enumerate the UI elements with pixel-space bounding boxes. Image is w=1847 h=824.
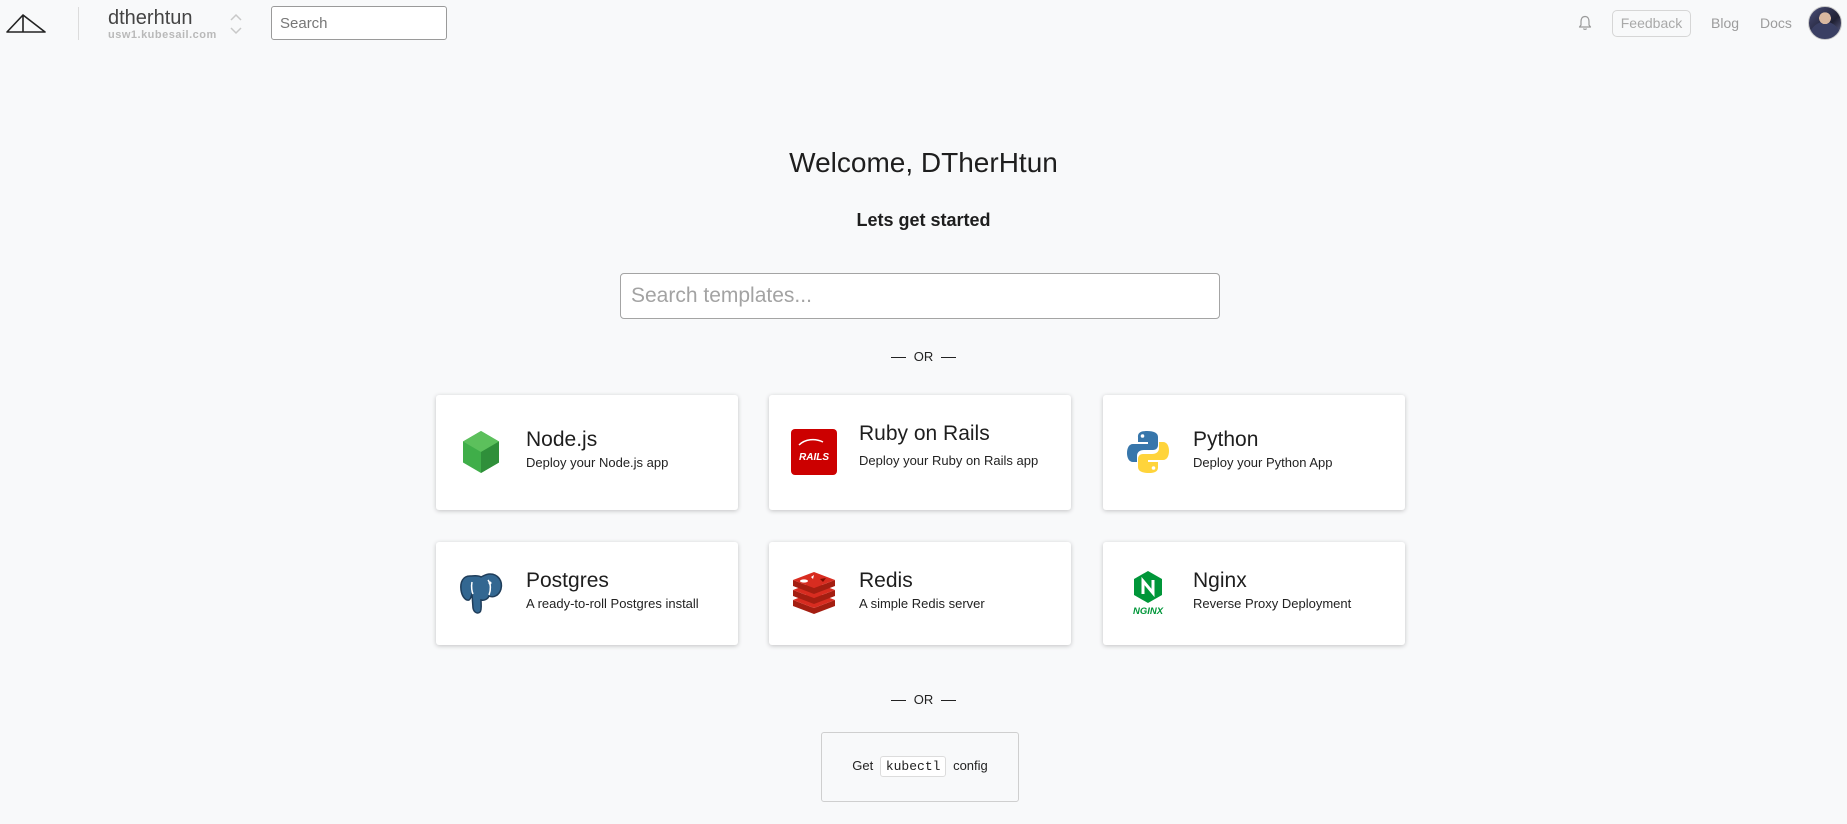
header-search-input[interactable] <box>271 6 447 40</box>
rails-icon: RAILS <box>791 429 837 475</box>
bell-icon[interactable] <box>1576 14 1594 32</box>
template-card-nodejs[interactable]: Node.js Deploy your Node.js app <box>436 395 738 510</box>
svg-text:RAILS: RAILS <box>799 452 829 463</box>
template-description: A ready-to-roll Postgres install <box>526 596 699 611</box>
context-name: dtherhtun <box>108 7 193 29</box>
or-dash <box>890 357 906 359</box>
kubesail-logo-icon[interactable] <box>6 12 46 34</box>
kubectl-suffix: config <box>953 758 988 773</box>
nav-link-docs[interactable]: Docs <box>1760 15 1792 31</box>
get-kubectl-config-button[interactable]: Get kubectl config <box>821 732 1019 802</box>
or-dash <box>941 357 957 359</box>
redis-icon <box>793 572 835 614</box>
context-host: usw1.kubesail.com <box>108 29 217 41</box>
template-title: Node.js <box>526 428 598 451</box>
template-title: Nginx <box>1193 569 1247 592</box>
kubectl-prefix: Get <box>852 758 874 773</box>
template-card-python[interactable]: Python Deploy your Python App <box>1103 395 1405 510</box>
template-description: Deploy your Node.js app <box>526 455 669 470</box>
template-description: Deploy your Python App <box>1193 455 1333 470</box>
nodejs-icon <box>463 431 499 473</box>
template-card-nginx[interactable]: NGINX Nginx Reverse Proxy Deployment <box>1103 542 1405 645</box>
context-selector[interactable]: dtherhtun usw1.kubesail.com <box>108 8 217 41</box>
avatar[interactable] <box>1808 6 1842 40</box>
postgres-icon <box>460 573 503 614</box>
get-started-subtitle: Lets get started <box>856 210 991 230</box>
template-title: Ruby on Rails <box>859 422 990 445</box>
nginx-icon: NGINX <box>1133 571 1164 616</box>
or-dash <box>890 700 906 702</box>
template-card-postgres[interactable]: Postgres A ready-to-roll Postgres instal… <box>436 542 738 645</box>
welcome-heading: Welcome, DTherHtun <box>789 147 1058 178</box>
template-description: A simple Redis server <box>859 596 985 611</box>
svg-text:NGINX: NGINX <box>1133 606 1164 616</box>
kubectl-code: kubectl <box>879 756 947 777</box>
top-header: dtherhtun usw1.kubesail.com Feedback Blo… <box>0 0 1847 47</box>
header-divider <box>78 7 79 40</box>
feedback-button[interactable]: Feedback <box>1612 10 1691 37</box>
template-description: Deploy your Ruby on Rails app <box>859 453 1039 468</box>
or-divider: OR <box>0 349 1847 364</box>
nav-link-blog[interactable]: Blog <box>1711 15 1739 31</box>
template-description: Reverse Proxy Deployment <box>1193 596 1352 611</box>
or-dash <box>941 700 957 702</box>
template-search-input[interactable] <box>620 273 1220 319</box>
or-divider: OR <box>0 692 1847 707</box>
or-label: OR <box>913 692 934 707</box>
template-card-redis[interactable]: Redis A simple Redis server <box>769 542 1071 645</box>
template-title: Python <box>1193 428 1259 451</box>
python-icon <box>1127 431 1169 473</box>
context-toggle-icon[interactable] <box>228 12 244 36</box>
template-title: Postgres <box>526 569 609 592</box>
template-title: Redis <box>859 569 913 592</box>
or-label: OR <box>913 349 934 364</box>
template-card-rails[interactable]: RAILS Ruby on Rails Deploy your Ruby on … <box>769 395 1071 510</box>
